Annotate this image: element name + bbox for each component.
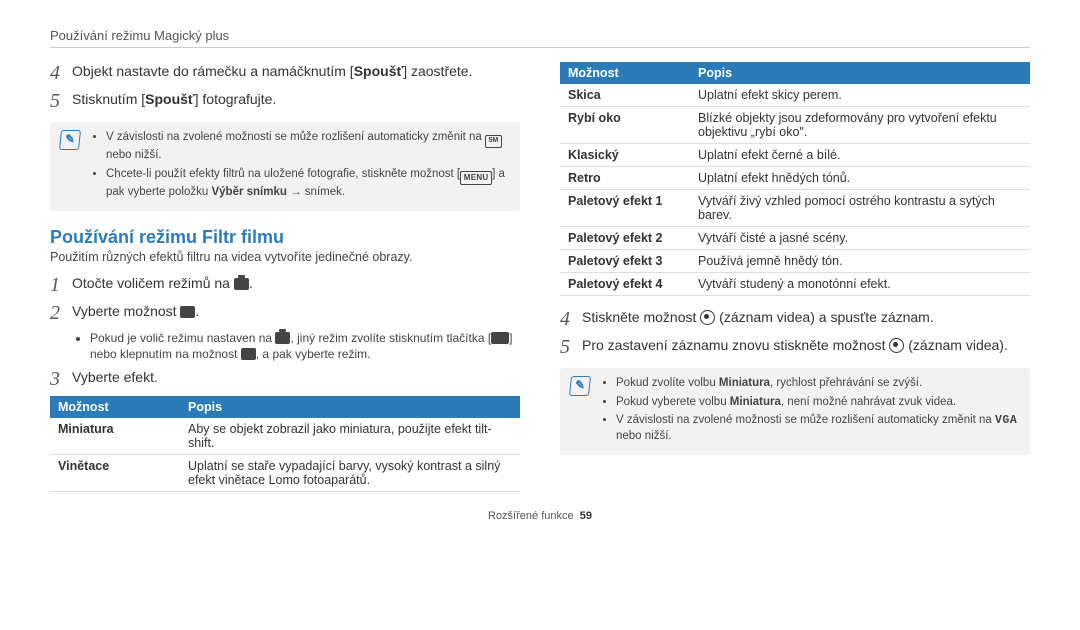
mode-icon bbox=[241, 348, 256, 360]
footer: Rozšířené funkce 59 bbox=[50, 510, 1030, 522]
breadcrumb: Používání režimu Magický plus bbox=[50, 28, 1030, 43]
step-text: Vyberte možnost . bbox=[72, 302, 520, 321]
note-item: V závislosti na zvolené možnosti se může… bbox=[106, 130, 510, 164]
note-item: Pokud vyberete volbu Miniatura, není mož… bbox=[616, 395, 1020, 411]
note-item: Pokud zvolíte volbu Miniatura, rychlost … bbox=[616, 376, 1020, 392]
note-list: V závislosti na zvolené možnosti se může… bbox=[90, 130, 510, 203]
step-3: 3 Vyberte efekt. bbox=[50, 368, 520, 390]
step-number: 2 bbox=[50, 302, 72, 324]
table-row: Miniatura Aby se objekt zobrazil jako mi… bbox=[50, 418, 520, 455]
mode-dial-icon bbox=[234, 278, 249, 290]
step-text: Vyberte efekt. bbox=[72, 368, 520, 387]
section-subtitle: Použitím různých efektů filtru na videa … bbox=[50, 250, 520, 264]
note-box-1: ✎ V závislosti na zvolené možnosti se mů… bbox=[50, 122, 520, 211]
note-item: Chcete-li použít efekty filtrů na uložen… bbox=[106, 167, 510, 201]
step-4r: 4 Stiskněte možnost (záznam videa) a spu… bbox=[560, 308, 1030, 330]
footer-label: Rozšířené funkce bbox=[488, 510, 574, 522]
table-row: KlasickýUplatní efekt černé a bílé. bbox=[560, 144, 1030, 167]
step-text: Stiskněte možnost (záznam videa) a spusť… bbox=[582, 308, 1030, 327]
divider bbox=[50, 47, 1030, 48]
page-number: 59 bbox=[580, 510, 592, 522]
note-icon: ✎ bbox=[569, 376, 591, 396]
size-5m-icon: 5M bbox=[485, 135, 502, 148]
table-row: RetroUplatní efekt hnědých tónů. bbox=[560, 167, 1030, 190]
note-box-2: ✎ Pokud zvolíte volbu Miniatura, rychlos… bbox=[560, 368, 1030, 455]
table-row: Rybí okoBlízké objekty jsou zdeformovány… bbox=[560, 107, 1030, 144]
mode-dial-icon bbox=[275, 332, 290, 344]
col-option: Možnost bbox=[50, 396, 180, 418]
record-icon bbox=[889, 338, 904, 353]
step-2: 2 Vyberte možnost . bbox=[50, 302, 520, 324]
back-icon bbox=[491, 332, 509, 344]
page-root: Používání režimu Magický plus 4 Objekt n… bbox=[0, 0, 1080, 532]
vga-icon: VGA bbox=[995, 414, 1017, 427]
section-title: Používání režimu Filtr filmu bbox=[50, 227, 520, 248]
step-4: 4 Objekt nastavte do rámečku a namáčknut… bbox=[50, 62, 520, 84]
step-number: 3 bbox=[50, 368, 72, 390]
step-text: Otočte voličem režimů na . bbox=[72, 274, 520, 293]
sub-bullet-list: Pokud je volič režimu nastaven na , jiný… bbox=[50, 330, 520, 362]
table-row: Vinětace Uplatní se staře vypadající bar… bbox=[50, 455, 520, 492]
step-number: 1 bbox=[50, 274, 72, 296]
step-5: 5 Stisknutím [Spoušť] fotografujte. bbox=[50, 90, 520, 112]
col-desc: Popis bbox=[690, 62, 1030, 84]
table-row: SkicaUplatní efekt skicy perem. bbox=[560, 84, 1030, 107]
table-row: Paletový efekt 1Vytváří živý vzhled pomo… bbox=[560, 190, 1030, 227]
table-row: Paletový efekt 3Používá jemně hnědý tón. bbox=[560, 250, 1030, 273]
two-column-layout: 4 Objekt nastavte do rámečku a namáčknut… bbox=[50, 62, 1030, 492]
step-number: 4 bbox=[560, 308, 582, 330]
note-item: V závislosti na zvolené možnosti se může… bbox=[616, 413, 1020, 444]
step-1: 1 Otočte voličem režimů na . bbox=[50, 274, 520, 296]
record-icon bbox=[700, 310, 715, 325]
sub-bullet: Pokud je volič režimu nastaven na , jiný… bbox=[90, 330, 520, 362]
step-number: 5 bbox=[560, 336, 582, 358]
col-option: Možnost bbox=[560, 62, 690, 84]
table-row: Paletový efekt 4Vytváří studený a monotó… bbox=[560, 273, 1030, 296]
note-list: Pokud zvolíte volbu Miniatura, rychlost … bbox=[600, 376, 1020, 447]
step-5r: 5 Pro zastavení záznamu znovu stiskněte … bbox=[560, 336, 1030, 358]
step-number: 5 bbox=[50, 90, 72, 112]
step-text: Stisknutím [Spoušť] fotografujte. bbox=[72, 90, 520, 109]
step-text: Objekt nastavte do rámečku a namáčknutím… bbox=[72, 62, 520, 81]
note-icon: ✎ bbox=[59, 130, 81, 150]
right-column: Možnost Popis SkicaUplatní efekt skicy p… bbox=[560, 62, 1030, 492]
menu-icon: MENU bbox=[460, 171, 492, 185]
step-text: Pro zastavení záznamu znovu stiskněte mo… bbox=[582, 336, 1030, 355]
effects-table-2: Možnost Popis SkicaUplatní efekt skicy p… bbox=[560, 62, 1030, 296]
col-desc: Popis bbox=[180, 396, 520, 418]
step-number: 4 bbox=[50, 62, 72, 84]
effects-table-1: Možnost Popis Miniatura Aby se objekt zo… bbox=[50, 396, 520, 492]
table-row: Paletový efekt 2Vytváří čisté a jasné sc… bbox=[560, 227, 1030, 250]
left-column: 4 Objekt nastavte do rámečku a namáčknut… bbox=[50, 62, 520, 492]
option-icon bbox=[180, 306, 195, 318]
